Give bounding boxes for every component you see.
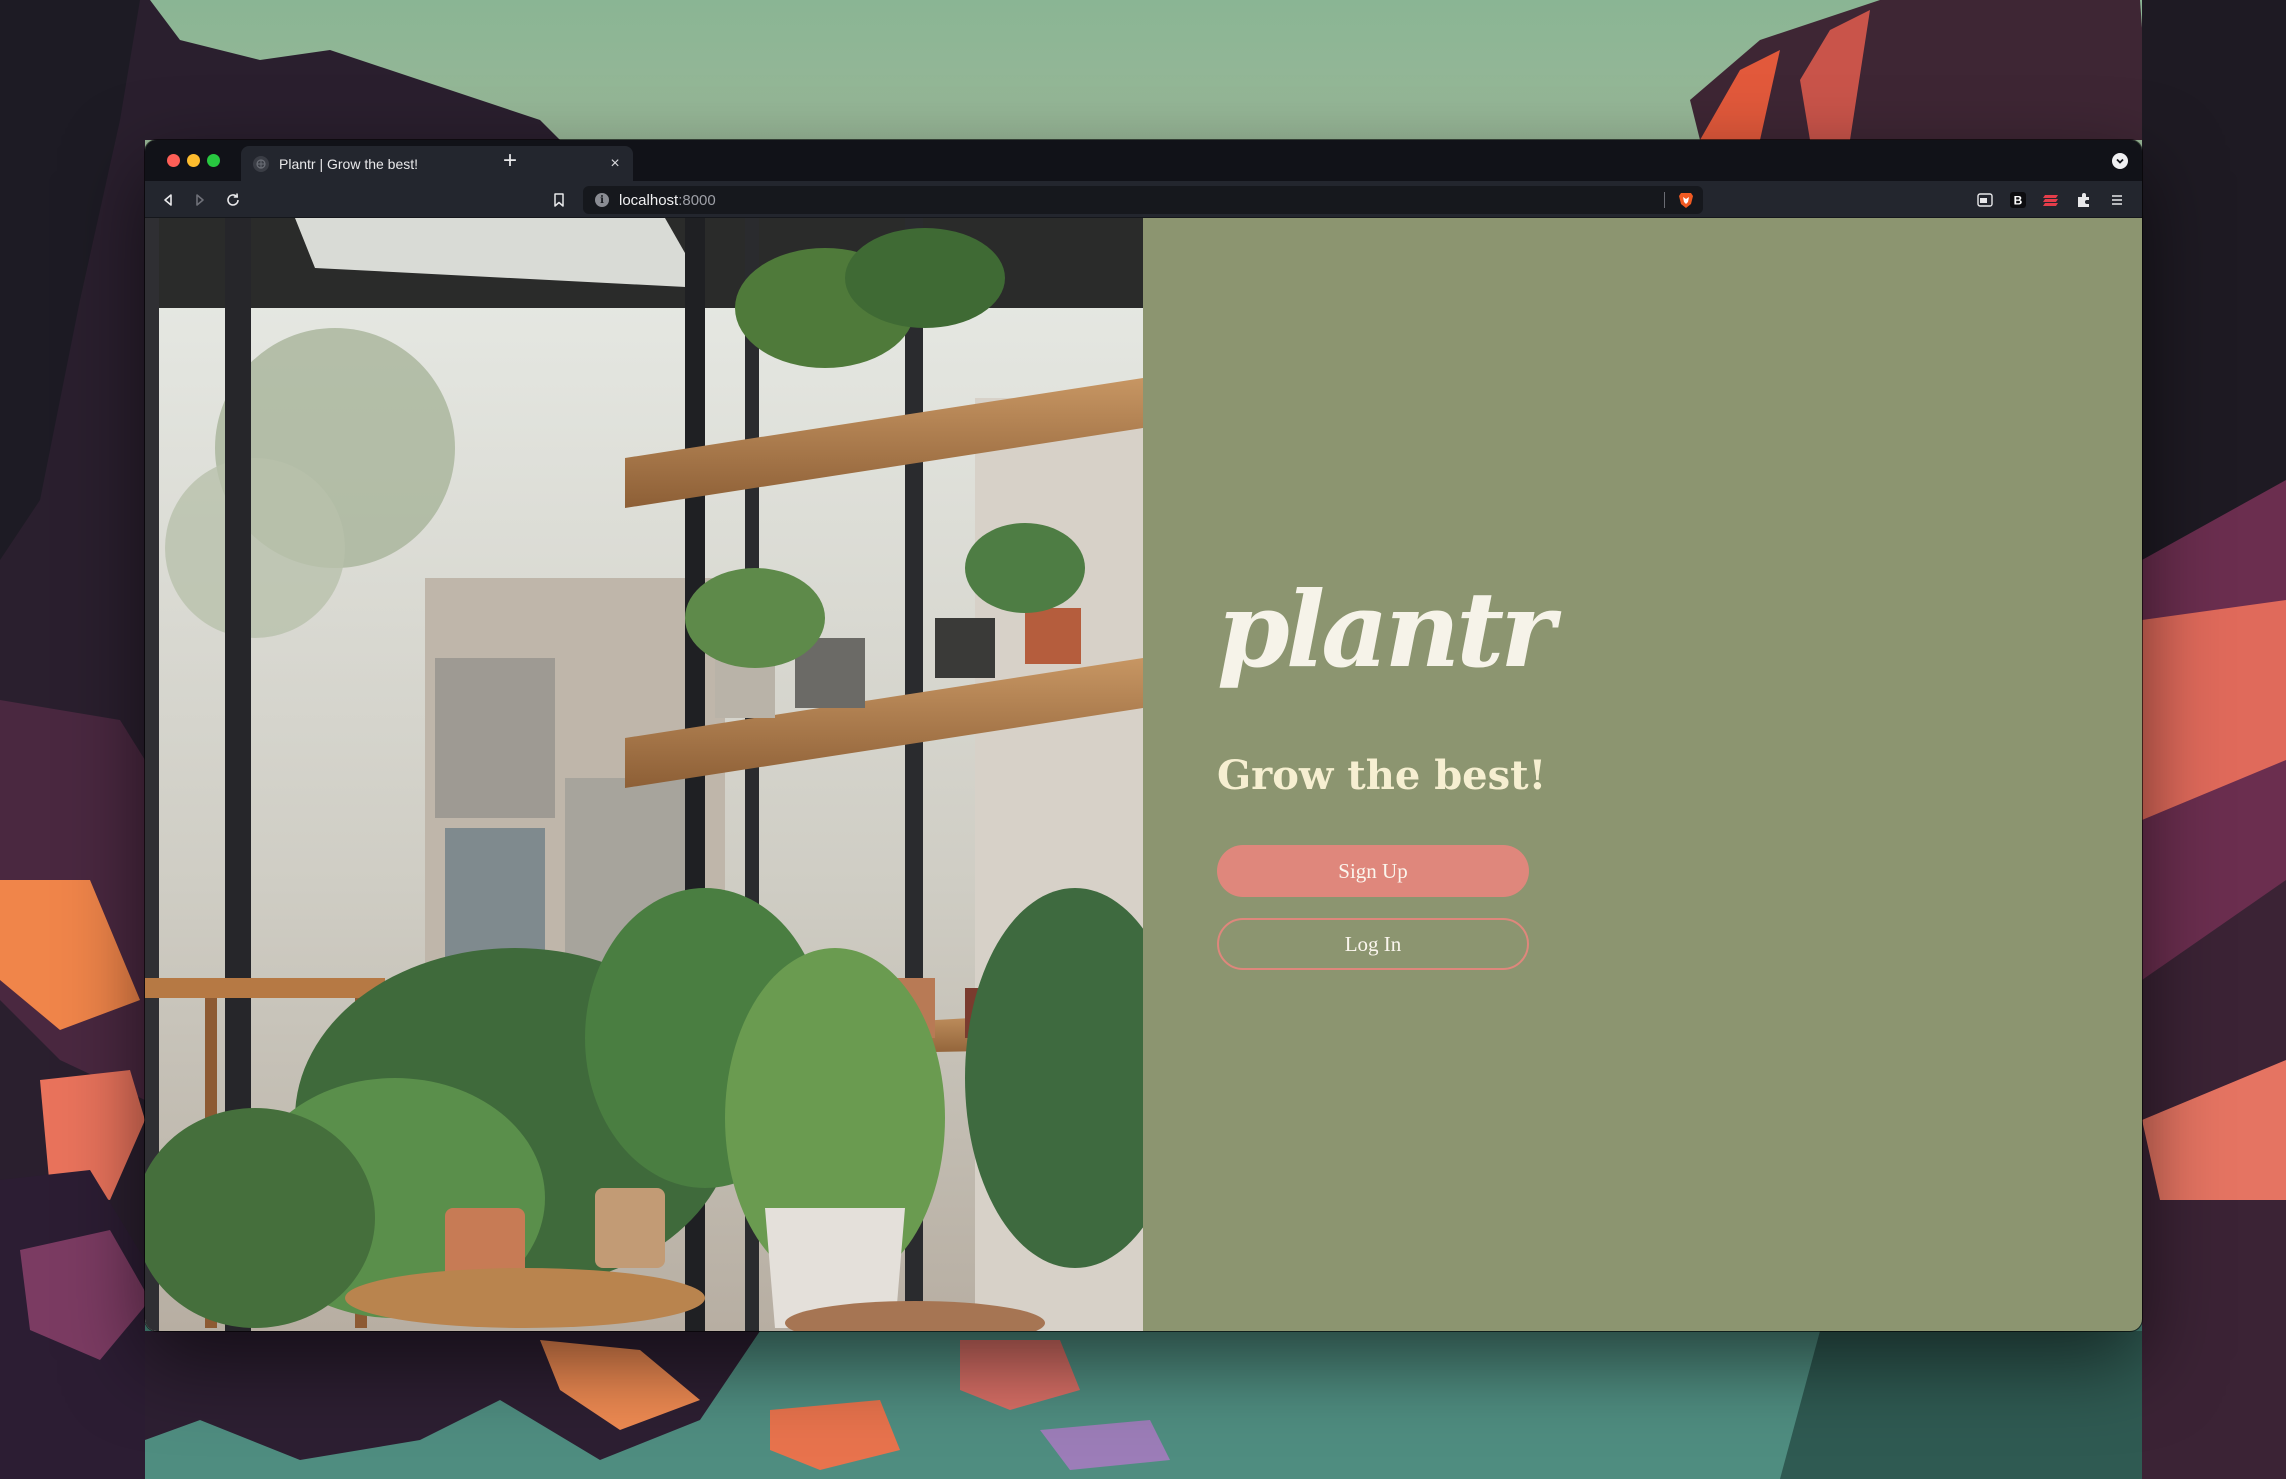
forward-icon[interactable]	[189, 189, 211, 211]
toolbar: i localhost:8000 B	[145, 181, 2142, 218]
maximize-window-button[interactable]	[207, 154, 220, 167]
new-tab-button[interactable]: +	[495, 146, 525, 176]
globe-icon	[253, 155, 269, 172]
browser-window: Plantr | Grow the best! × + i localhost:…	[145, 140, 2142, 1331]
close-window-button[interactable]	[167, 154, 180, 167]
reload-icon[interactable]	[222, 189, 244, 211]
bold-b-icon[interactable]: B	[2008, 190, 2028, 210]
tab-title: Plantr | Grow the best!	[279, 155, 419, 172]
url-host: localhost	[619, 191, 679, 209]
log-in-button[interactable]: Log In	[1217, 918, 1529, 970]
page-viewport: plantr Grow the best! Sign Up Log In	[145, 218, 2142, 1331]
tab-search-icon[interactable]	[2112, 153, 2128, 169]
minimize-window-button[interactable]	[187, 154, 200, 167]
tab-strip: Plantr | Grow the best! × +	[145, 140, 2142, 181]
welcome-panel: plantr Grow the best! Sign Up Log In	[1143, 218, 2142, 1331]
sign-up-button[interactable]: Sign Up	[1217, 845, 1529, 897]
plant-shop-photo	[145, 218, 1143, 1331]
url-port: :8000	[678, 191, 716, 209]
address-bar[interactable]: i localhost:8000	[583, 186, 1703, 214]
plantr-logo: plantr	[1217, 568, 1555, 691]
bookmark-icon[interactable]	[548, 189, 570, 211]
reader-mode-icon[interactable]	[1975, 190, 1995, 210]
brave-shields-icon[interactable]	[1677, 191, 1695, 209]
svg-text:B: B	[2014, 194, 2023, 208]
tab-close-icon[interactable]: ×	[601, 155, 629, 173]
back-icon[interactable]	[157, 189, 179, 211]
puzzle-icon[interactable]	[2074, 190, 2094, 210]
stack-icon[interactable]	[2041, 190, 2061, 210]
tab-plantr[interactable]: Plantr | Grow the best! ×	[241, 146, 633, 181]
site-info-icon[interactable]: i	[595, 193, 609, 207]
hamburger-menu-icon[interactable]	[2107, 190, 2127, 210]
tagline: Grow the best!	[1217, 752, 1547, 799]
url-divider	[1664, 192, 1665, 208]
